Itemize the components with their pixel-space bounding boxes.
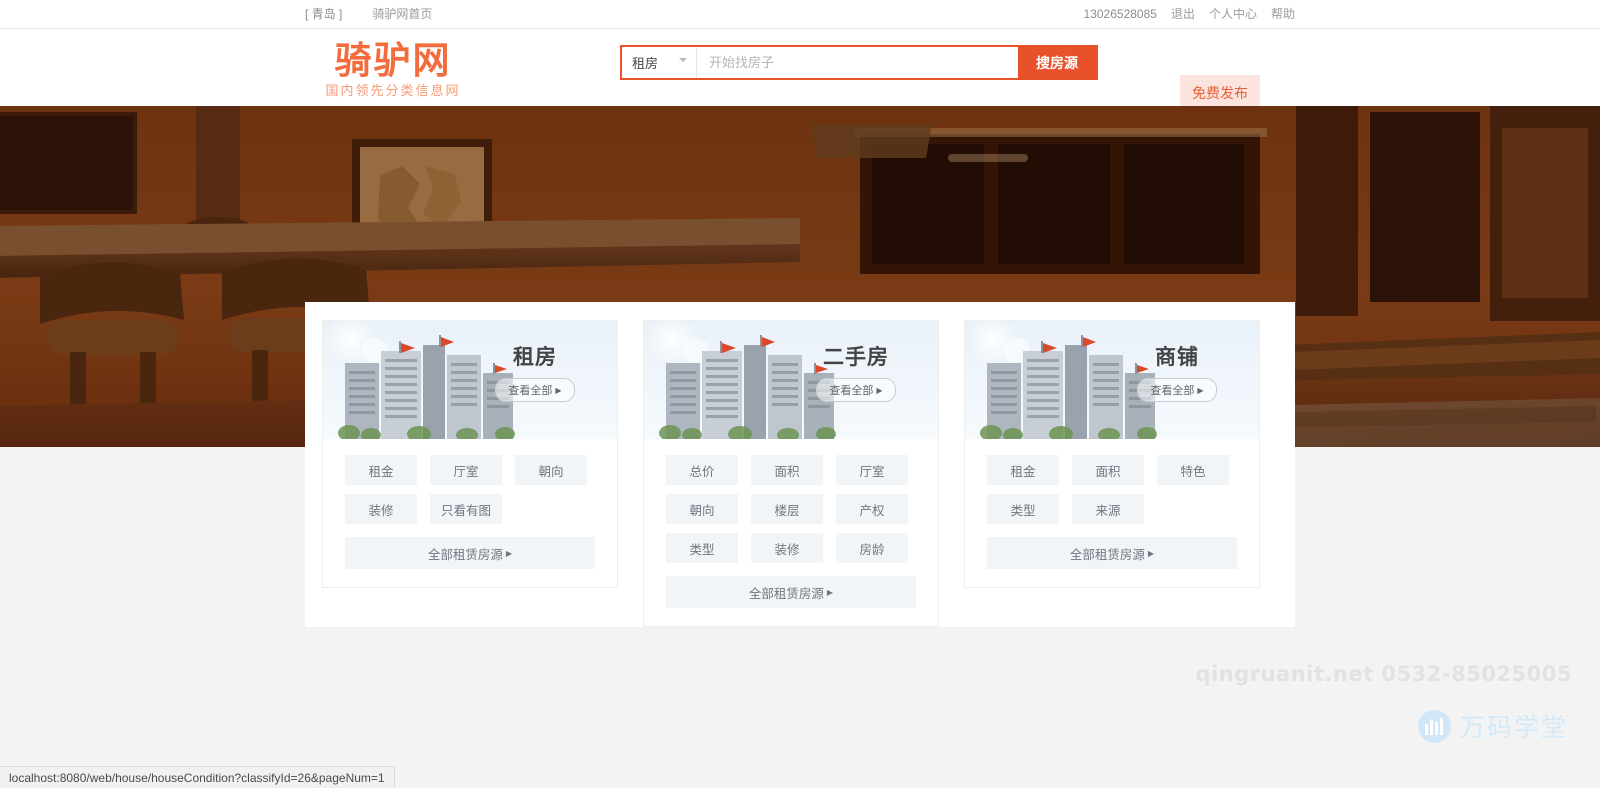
filter-tag-grid: 租金 面积 特色 类型 来源 xyxy=(987,455,1237,524)
view-all-button[interactable]: 查看全部 ▶ xyxy=(1137,378,1217,402)
card-body-shop: 租金 面积 特色 类型 来源 全部租赁房源 ▶ xyxy=(965,439,1259,587)
view-all-button[interactable]: 查看全部 ▶ xyxy=(495,378,575,402)
card-header-text-rent: 租房 查看全部 ▶ xyxy=(475,345,595,402)
card-header-text-shop: 商铺 查看全部 ▶ xyxy=(1117,345,1237,402)
logo-tagline: 国内领先分类信息网 xyxy=(325,83,461,98)
filter-tag[interactable]: 类型 xyxy=(666,533,738,563)
search-button[interactable]: 搜房源 xyxy=(1018,47,1096,78)
play-triangle-icon: ▶ xyxy=(1147,548,1155,558)
filter-tag[interactable]: 厅室 xyxy=(836,455,908,485)
card-header-rent: 租房 查看全部 ▶ xyxy=(323,321,617,439)
all-listings-button[interactable]: 全部租赁房源 ▶ xyxy=(666,576,916,608)
top-utility-bar: [ 青岛 ] 骑驴网首页 13026528085 退出 个人中心 帮助 xyxy=(0,0,1600,29)
card-body-rent: 租金 厅室 朝向 装修 只看有图 全部租赁房源 ▶ xyxy=(323,439,617,587)
filter-tag[interactable]: 总价 xyxy=(666,455,738,485)
view-all-label: 查看全部 xyxy=(1150,385,1195,397)
filter-tag[interactable]: 面积 xyxy=(1072,455,1144,485)
all-listings-label: 全部租赁房源 xyxy=(427,547,503,562)
site-logo[interactable]: 骑驴网 国内领先分类信息网 xyxy=(303,40,483,99)
view-all-label: 查看全部 xyxy=(829,385,874,397)
category-card-secondhand: 二手房 查看全部 ▶ 总价 面积 厅室 朝向 楼层 产权 类型 装修 房龄 全部… xyxy=(643,320,939,627)
card-header-text-secondhand: 二手房 查看全部 ▶ xyxy=(796,345,916,402)
all-listings-label: 全部租赁房源 xyxy=(748,586,824,601)
search-category-label: 租房 xyxy=(632,56,659,71)
category-panel: 租房 查看全部 ▶ 租金 厅室 朝向 装修 只看有图 全部租赁房源 ▶ 二手房 … xyxy=(305,302,1295,627)
card-title: 商铺 xyxy=(1155,346,1199,369)
filter-tag[interactable]: 装修 xyxy=(345,494,417,524)
chevron-down-icon xyxy=(679,58,688,67)
all-listings-button[interactable]: 全部租赁房源 ▶ xyxy=(345,537,595,569)
card-header-shop: 商铺 查看全部 ▶ xyxy=(965,321,1259,439)
filter-tag[interactable]: 房龄 xyxy=(836,533,908,563)
view-all-button[interactable]: 查看全部 ▶ xyxy=(816,378,896,402)
card-body-secondhand: 总价 面积 厅室 朝向 楼层 产权 类型 装修 房龄 全部租赁房源 ▶ xyxy=(644,439,938,626)
play-triangle-icon: ▶ xyxy=(505,548,513,558)
user-phone: 13026528085 xyxy=(1083,7,1157,21)
site-home-link[interactable]: 骑驴网首页 xyxy=(372,0,432,28)
search-input[interactable] xyxy=(697,47,1018,78)
filter-tag[interactable]: 只看有图 xyxy=(430,494,502,524)
filter-tag[interactable]: 产权 xyxy=(836,494,908,524)
topbar-left-group: [ 青岛 ] 骑驴网首页 xyxy=(305,0,432,28)
page-root: [ 青岛 ] 骑驴网首页 13026528085 退出 个人中心 帮助 骑驴网 … xyxy=(0,0,1600,788)
search-category-select[interactable]: 租房 xyxy=(622,47,697,78)
filter-tag[interactable]: 朝向 xyxy=(515,455,587,485)
all-listings-button[interactable]: 全部租赁房源 ▶ xyxy=(987,537,1237,569)
filter-tag[interactable]: 租金 xyxy=(345,455,417,485)
watermark-site-phone: qingruanit.net 0532-85025005 xyxy=(1195,662,1572,686)
category-card-list: 租房 查看全部 ▶ 租金 厅室 朝向 装修 只看有图 全部租赁房源 ▶ 二手房 … xyxy=(305,302,1295,627)
filter-tag[interactable]: 租金 xyxy=(987,455,1059,485)
topbar-right-group: 13026528085 退出 个人中心 帮助 xyxy=(1084,0,1295,28)
all-listings-label: 全部租赁房源 xyxy=(1069,547,1145,562)
search-bar: 租房 搜房源 xyxy=(620,45,1098,80)
brand-mark-icon xyxy=(1417,709,1451,743)
watermark-brand-logo: 万码学堂 xyxy=(1417,708,1568,744)
card-title: 租房 xyxy=(513,346,557,369)
logout-link[interactable]: 退出 xyxy=(1171,0,1195,28)
filter-tag-grid: 总价 面积 厅室 朝向 楼层 产权 类型 装修 房龄 xyxy=(666,455,916,563)
filter-tag[interactable]: 特色 xyxy=(1157,455,1229,485)
play-triangle-icon: ▶ xyxy=(826,587,834,597)
watermark-brand-name: 万码学堂 xyxy=(1459,714,1568,742)
category-card-shop: 商铺 查看全部 ▶ 租金 面积 特色 类型 来源 全部租赁房源 ▶ xyxy=(964,320,1260,588)
card-title: 二手房 xyxy=(823,346,889,369)
filter-tag[interactable]: 面积 xyxy=(751,455,823,485)
play-triangle-icon: ▶ xyxy=(1197,385,1204,395)
play-triangle-icon: ▶ xyxy=(555,385,562,395)
filter-tag[interactable]: 装修 xyxy=(751,533,823,563)
play-triangle-icon: ▶ xyxy=(876,385,883,395)
user-center-link[interactable]: 个人中心 xyxy=(1209,0,1257,28)
filter-tag[interactable]: 朝向 xyxy=(666,494,738,524)
filter-tag[interactable]: 来源 xyxy=(1072,494,1144,524)
help-link[interactable]: 帮助 xyxy=(1271,0,1295,28)
filter-tag[interactable]: 楼层 xyxy=(751,494,823,524)
filter-tag[interactable]: 厅室 xyxy=(430,455,502,485)
status-url: localhost:8080/web/house/houseCondition?… xyxy=(9,770,385,785)
view-all-label: 查看全部 xyxy=(508,385,553,397)
browser-status-bar: localhost:8080/web/house/houseCondition?… xyxy=(0,766,395,788)
filter-tag[interactable]: 类型 xyxy=(987,494,1059,524)
card-header-secondhand: 二手房 查看全部 ▶ xyxy=(644,321,938,439)
site-header: 骑驴网 国内领先分类信息网 租房 搜房源 免费发布 xyxy=(0,29,1600,111)
filter-tag-grid: 租金 厅室 朝向 装修 只看有图 xyxy=(345,455,595,524)
category-card-rent: 租房 查看全部 ▶ 租金 厅室 朝向 装修 只看有图 全部租赁房源 ▶ xyxy=(322,320,618,588)
logo-title: 骑驴网 xyxy=(334,39,452,82)
city-selector[interactable]: [ 青岛 ] xyxy=(305,0,342,28)
